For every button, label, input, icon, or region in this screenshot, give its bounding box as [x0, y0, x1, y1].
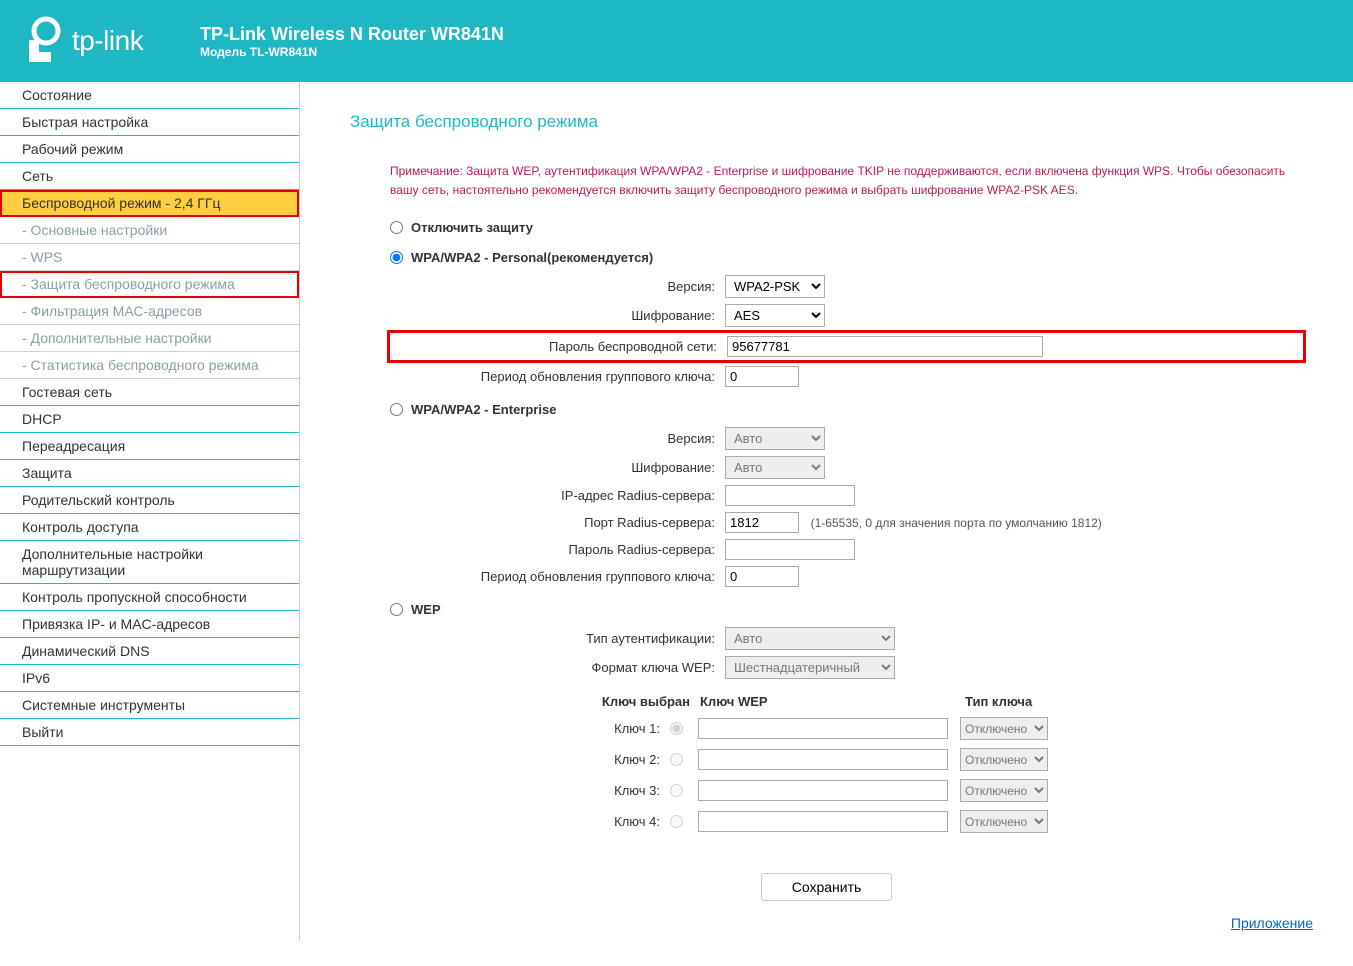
nav-wireless-stats[interactable]: - Статистика беспроводного режима: [0, 352, 299, 379]
label-wpa-enterprise: WPA/WPA2 - Enterprise: [411, 402, 556, 417]
nav-guest-network[interactable]: Гостевая сеть: [0, 379, 299, 406]
nav-advanced-settings[interactable]: - Дополнительные настройки: [0, 325, 299, 352]
input-wep-key-4[interactable]: [698, 811, 948, 832]
label-radius-ip: IP-адрес Radius-сервера:: [390, 488, 725, 503]
nav-network[interactable]: Сеть: [0, 163, 299, 190]
select-wep-key-type-1[interactable]: Отключено: [960, 717, 1048, 740]
label-ent-encryption: Шифрование:: [390, 460, 725, 475]
select-wep-key-type-4[interactable]: Отключено: [960, 810, 1048, 833]
header-key-selected: Ключ выбран: [390, 694, 700, 709]
select-personal-encryption[interactable]: AES: [725, 304, 825, 327]
nav-logout[interactable]: Выйти: [0, 719, 299, 746]
page-title: Защита беспроводного режима: [350, 112, 1303, 132]
help-link[interactable]: Приложение: [1231, 915, 1313, 931]
select-ent-version[interactable]: Авто: [725, 427, 825, 450]
nav-wireless[interactable]: Беспроводной режим - 2,4 ГГц: [0, 190, 299, 217]
nav-mac-filter[interactable]: - Фильтрация МАС-адресов: [0, 298, 299, 325]
select-wep-key-type-3[interactable]: Отключено: [960, 779, 1048, 802]
content-panel: Защита беспроводного режима Примечание: …: [300, 82, 1353, 941]
nav-forwarding[interactable]: Переадресация: [0, 433, 299, 460]
product-title: TP-Link Wireless N Router WR841N: [200, 24, 504, 45]
nav-operation-mode[interactable]: Рабочий режим: [0, 136, 299, 163]
nav-wireless-security[interactable]: - Защита беспроводного режима: [0, 271, 299, 298]
header-wep-key: Ключ WEP: [700, 694, 965, 709]
nav-security[interactable]: Защита: [0, 460, 299, 487]
nav-ip-mac-binding[interactable]: Привязка IP- и MAC-адресов: [0, 611, 299, 638]
model-label: Модель TL-WR841N: [200, 45, 504, 59]
title-block: TP-Link Wireless N Router WR841N Модель …: [200, 24, 504, 59]
radio-wep-key-3[interactable]: [670, 784, 683, 797]
radio-disable-security[interactable]: [390, 221, 403, 234]
input-group-key-1[interactable]: [725, 366, 799, 387]
label-wep-format: Формат ключа WEP:: [390, 660, 725, 675]
nav-access-control[interactable]: Контроль доступа: [0, 514, 299, 541]
input-radius-ip[interactable]: [725, 485, 855, 506]
label-key-2: Ключ 2:: [390, 752, 670, 767]
label-encryption: Шифрование:: [390, 308, 725, 323]
select-ent-encryption[interactable]: Авто: [725, 456, 825, 479]
radio-wep-key-4[interactable]: [670, 815, 683, 828]
label-disable-security: Отключить защиту: [411, 220, 533, 235]
radio-wpa-personal[interactable]: [390, 251, 403, 264]
label-radius-port: Порт Radius-сервера:: [390, 515, 725, 530]
sidebar-nav: Состояние Быстрая настройка Рабочий режи…: [0, 82, 300, 941]
radio-wep-key-1[interactable]: [670, 722, 683, 735]
input-wireless-password[interactable]: [727, 336, 1043, 357]
input-wep-key-1[interactable]: [698, 718, 948, 739]
nav-routing[interactable]: Дополнительные настройки маршрутизации: [0, 541, 299, 584]
nav-wps[interactable]: - WPS: [0, 244, 299, 271]
label-group-key-period-2: Период обновления группового ключа:: [390, 569, 725, 584]
nav-dhcp[interactable]: DHCP: [0, 406, 299, 433]
label-wep: WEP: [411, 602, 441, 617]
header-key-type: Тип ключа: [965, 694, 1065, 709]
select-personal-version[interactable]: WPA2-PSK: [725, 275, 825, 298]
label-key-4: Ключ 4:: [390, 814, 670, 829]
label-key-3: Ключ 3:: [390, 783, 670, 798]
nav-system-tools[interactable]: Системные инструменты: [0, 692, 299, 719]
label-key-1: Ключ 1:: [390, 721, 670, 736]
label-wpa-personal: WPA/WPA2 - Personal(рекомендуется): [411, 250, 653, 265]
save-button[interactable]: Сохранить: [761, 873, 893, 901]
radio-wep-key-2[interactable]: [670, 753, 683, 766]
select-wep-format[interactable]: Шестнадцатеричный: [725, 656, 895, 679]
nav-quick-setup[interactable]: Быстрая настройка: [0, 109, 299, 136]
input-wep-key-2[interactable]: [698, 749, 948, 770]
label-ent-version: Версия:: [390, 431, 725, 446]
tplink-logo-icon: [24, 16, 64, 66]
radio-wpa-enterprise[interactable]: [390, 403, 403, 416]
select-wep-auth[interactable]: Авто: [725, 627, 895, 650]
password-row-highlighted: Пароль беспроводной сети:: [390, 333, 1303, 360]
nav-parental[interactable]: Родительский контроль: [0, 487, 299, 514]
label-auth-type: Тип аутентификации:: [390, 631, 725, 646]
nav-bandwidth[interactable]: Контроль пропускной способности: [0, 584, 299, 611]
nav-status[interactable]: Состояние: [0, 82, 299, 109]
input-wep-key-3[interactable]: [698, 780, 948, 801]
header-bar: tp-link TP-Link Wireless N Router WR841N…: [0, 0, 1353, 82]
input-radius-password[interactable]: [725, 539, 855, 560]
label-wireless-password: Пароль беспроводной сети:: [392, 339, 727, 354]
nav-ddns[interactable]: Динамический DNS: [0, 638, 299, 665]
input-group-key-2[interactable]: [725, 566, 799, 587]
label-group-key-period: Период обновления группового ключа:: [390, 369, 725, 384]
nav-basic-settings[interactable]: - Основные настройки: [0, 217, 299, 244]
nav-ipv6[interactable]: IPv6: [0, 665, 299, 692]
input-radius-port[interactable]: [725, 512, 799, 533]
hint-radius-port: (1-65535, 0 для значения порта по умолча…: [811, 516, 1102, 530]
select-wep-key-type-2[interactable]: Отключено: [960, 748, 1048, 771]
logo-block: tp-link: [24, 16, 200, 66]
brand-text: tp-link: [72, 25, 143, 57]
security-note: Примечание: Защита WEP, аутентификация W…: [390, 162, 1303, 200]
label-version: Версия:: [390, 279, 725, 294]
radio-wep[interactable]: [390, 603, 403, 616]
label-radius-password: Пароль Radius-сервера:: [390, 542, 725, 557]
